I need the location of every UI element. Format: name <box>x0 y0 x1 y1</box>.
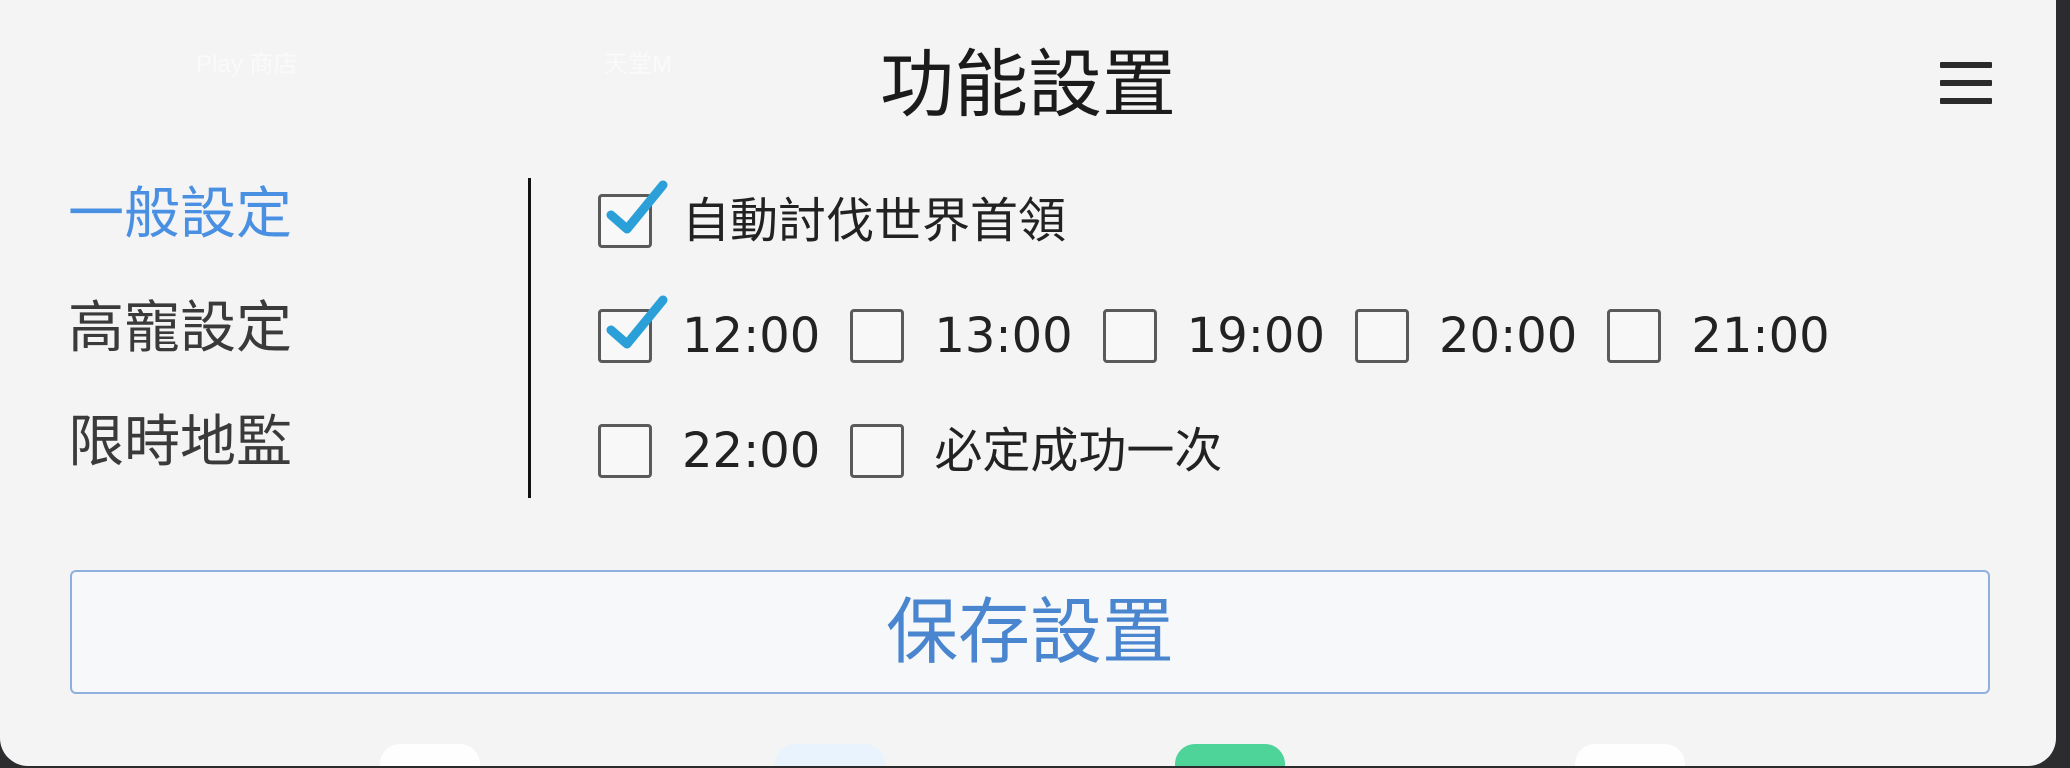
option-label: 12:00 <box>682 308 821 364</box>
settings-nav: 一般設定 高寵設定 限時地監 <box>68 180 292 522</box>
checkbox-must-succeed[interactable] <box>850 424 905 478</box>
save-settings-button[interactable]: 保存設置 <box>70 570 1990 694</box>
dock-app-icon <box>775 744 885 766</box>
option-row-extra: 22:00 必定成功一次 <box>598 420 1252 482</box>
option-row-times: 12:00 13:00 19:00 20:00 21:00 <box>598 295 1860 367</box>
dialog-title: 功能設置 <box>880 42 1176 128</box>
option-label: 自動討伐世界首領 <box>682 193 1067 249</box>
nav-item-timed-dungeon[interactable]: 限時地監 <box>68 408 292 478</box>
checkmark-icon <box>606 295 668 349</box>
checkbox-time-2100[interactable] <box>1607 309 1662 363</box>
settings-panel: Play 商店 天堂M 功能設置 一般設定 高寵設定 限時地監 自動討伐世界首領 <box>0 0 2056 766</box>
option-label: 20:00 <box>1438 308 1578 364</box>
checkbox-time-1300[interactable] <box>850 309 905 363</box>
checkbox-time-1900[interactable] <box>1102 309 1157 363</box>
option-label: 22:00 <box>682 423 821 479</box>
checkbox-time-2200[interactable] <box>598 424 652 478</box>
hamburger-menu-icon[interactable] <box>1940 62 1992 104</box>
option-row-auto-boss: 自動討伐世界首領 <box>598 180 1096 252</box>
option-time-1200[interactable]: 12:00 <box>598 295 821 367</box>
vertical-divider <box>528 178 531 498</box>
checkbox-time-2000[interactable] <box>1354 309 1409 363</box>
checkmark-icon <box>606 180 668 234</box>
option-time-2100[interactable]: 21:00 <box>1607 305 1830 367</box>
dock-app-icon <box>380 744 480 766</box>
option-label: 必定成功一次 <box>934 423 1223 479</box>
option-time-1900[interactable]: 19:00 <box>1102 305 1325 367</box>
option-must-succeed[interactable]: 必定成功一次 <box>850 420 1222 482</box>
option-time-1300[interactable]: 13:00 <box>850 305 1073 367</box>
option-label: 21:00 <box>1691 308 1830 364</box>
nav-item-general[interactable]: 一般設定 <box>68 180 292 250</box>
option-time-2000[interactable]: 20:00 <box>1354 305 1578 367</box>
checkbox-auto-boss[interactable] <box>598 180 668 248</box>
option-time-2200[interactable]: 22:00 <box>598 420 820 482</box>
dock-app-icon <box>1575 744 1685 766</box>
option-label: 13:00 <box>934 308 1073 364</box>
option-auto-boss[interactable]: 自動討伐世界首領 <box>598 180 1067 252</box>
option-label: 19:00 <box>1186 308 1325 364</box>
dock-app-icon <box>1175 744 1285 766</box>
nav-item-pet[interactable]: 高寵設定 <box>68 294 292 364</box>
checkbox-time-1200[interactable] <box>598 295 668 363</box>
